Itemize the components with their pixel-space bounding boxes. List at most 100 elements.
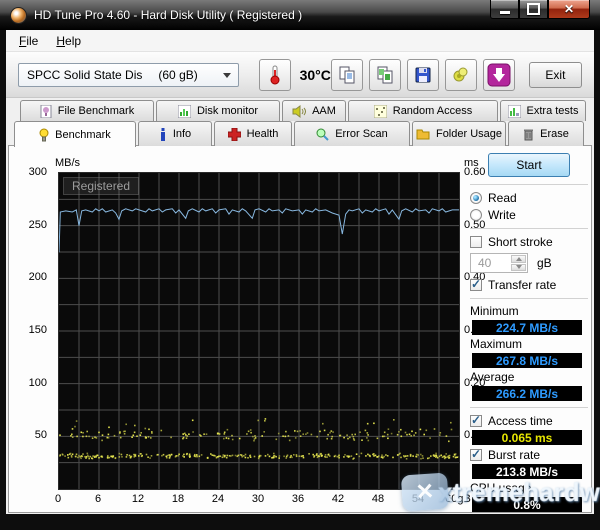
options-button[interactable] [444,58,477,91]
tab-row-secondary: File Benchmark Disk monitor AAM Random A… [20,100,588,121]
window-title: HD Tune Pro 4.60 - Hard Disk Utility ( R… [34,8,303,22]
temperature-value: 30°C [299,66,331,83]
write-radio[interactable]: Write [470,207,588,222]
menu-file[interactable]: File [10,32,47,50]
minimum-label: Minimum [470,304,519,318]
average-label: Average [470,370,515,384]
divider [470,407,588,408]
transfer-rate-label: Transfer rate [488,277,557,292]
x-axis-tick: 24 [211,493,225,505]
tab-folder-usage[interactable]: Folder Usage [412,121,506,146]
cpu-usage-label: CPU usage [470,481,532,495]
tab-benchmark[interactable]: Benchmark [14,121,136,147]
y-axis-ticks: 300 250 200 150 100 50 [13,166,53,488]
drive-select-dropdown[interactable]: SPCC Solid State Dis (60 gB) [18,62,240,87]
x-axis-ticks: 0 6 12 18 24 30 36 42 48 54 60gB [55,493,471,509]
health-cross-icon [227,127,241,141]
x-axis-tick: 0 [54,493,62,505]
burst-rate-value: 213.8 MB/s [472,464,582,479]
tab-health[interactable]: Health [214,121,292,146]
lightbulb-icon [39,128,49,142]
minimize-button[interactable] [490,0,519,19]
capacity-stepper [511,255,526,271]
exit-button[interactable]: Exit [528,61,582,88]
short-stroke-checkbox[interactable]: Short stroke [470,234,588,249]
benchmark-panel: MB/s ms Registered 300 250 200 150 100 50 0.6… [8,145,592,513]
x-axis-tick: 54 [411,493,425,505]
maximize-button[interactable] [519,0,548,19]
write-label: Write [488,207,516,222]
burst-rate-checkbox[interactable]: Burst rate [470,447,588,462]
save-icon [415,67,431,82]
toolbar-buttons [330,58,515,91]
y-axis-tick: 100 [28,376,47,389]
left-axis-unit: MB/s [55,157,81,169]
extra-tests-icon [507,104,521,118]
thermometer-icon [270,65,280,84]
checkbox-checked-icon [470,413,482,427]
checkbox-checked-icon [470,277,482,291]
x-axis-tick: 42 [331,493,345,505]
burst-rate-label: Burst rate [488,447,541,462]
tab-file-benchmark[interactable]: File Benchmark [20,100,154,121]
y-axis-tick: 250 [28,218,47,231]
close-button[interactable]: ✕ [548,0,590,19]
tab-label: Disk monitor [196,105,259,117]
arrow-down-icon [487,63,511,86]
radio-selected-icon [470,191,482,204]
copy-text-button[interactable] [330,58,363,91]
save-button[interactable] [406,58,439,91]
stepper-down-button[interactable] [511,263,526,271]
menu-bar: File Help [6,30,594,52]
start-button[interactable]: Start [488,153,570,177]
tab-label: Error Scan [335,128,388,140]
capacity-value: 40 [478,256,492,270]
x-axis-tick: 36 [291,493,305,505]
average-value: 266.2 MB/s [472,386,582,401]
magnifier-icon [316,128,329,141]
tab-label: Erase [540,128,569,140]
tab-aam[interactable]: AAM [282,100,346,121]
checkbox-checked-icon [470,447,482,461]
minimum-value: 224.7 MB/s [472,320,582,335]
speaker-icon [292,104,307,118]
divider [470,298,588,299]
copy-image-button[interactable] [368,58,401,91]
disk-monitor-icon [177,104,191,118]
info-icon [159,127,167,141]
maximum-value: 267.8 MB/s [472,353,582,368]
x-axis-tick: 12 [131,493,145,505]
download-button[interactable] [482,58,515,91]
maximize-icon [527,3,540,15]
tab-info[interactable]: Info [138,121,212,146]
triangle-down-icon [515,265,522,270]
folder-icon [416,128,430,140]
x-axis-tick: 18 [171,493,185,505]
close-icon: ✕ [563,2,575,16]
access-time-label: Access time [488,413,553,428]
x-axis-tick: 30 [251,493,265,505]
trash-icon [523,128,534,141]
capacity-input[interactable]: 40 [470,253,528,273]
cpu-usage-value: 0.8% [472,497,582,512]
tab-extra-tests[interactable]: Extra tests [500,100,586,121]
tab-random-access[interactable]: Random Access [348,100,498,121]
window-controls: ✕ [490,0,590,19]
tab-label: Random Access [392,105,473,117]
read-radio[interactable]: Read [470,190,588,205]
checkbox-unchecked-icon [470,235,482,248]
stepper-up-button[interactable] [511,255,526,263]
tab-erase[interactable]: Erase [508,121,584,146]
tab-disk-monitor[interactable]: Disk monitor [156,100,280,121]
triangle-up-icon [515,256,522,261]
title-bar[interactable]: HD Tune Pro 4.60 - Hard Disk Utility ( R… [0,0,600,30]
temperature-button[interactable] [259,58,291,91]
menu-help[interactable]: Help [47,32,90,50]
transfer-rate-checkbox[interactable]: Transfer rate [470,277,588,292]
tab-label: Health [246,128,279,140]
access-time-checkbox[interactable]: Access time [470,413,588,428]
tab-error-scan[interactable]: Error Scan [294,121,410,146]
tab-label: Folder Usage [435,128,503,140]
capacity-row: 40 gB [470,253,588,273]
short-stroke-label: Short stroke [488,234,553,249]
